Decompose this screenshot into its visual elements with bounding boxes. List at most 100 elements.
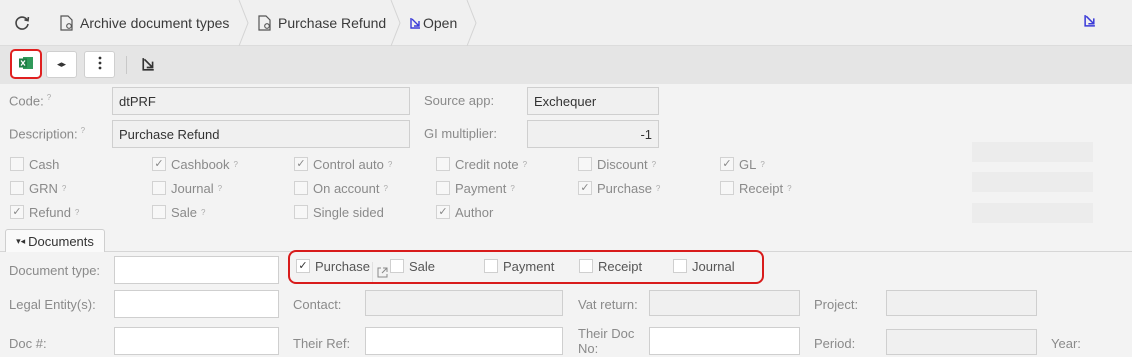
checkbox-box: [436, 181, 450, 195]
checkbox-label: Cash: [29, 156, 60, 172]
toolbar: ◂▸: [0, 46, 1132, 84]
checkbox-box: [10, 181, 24, 195]
placeholder-block: [972, 203, 1093, 223]
gl-checkbox[interactable]: ✓ GL?: [720, 156, 765, 172]
help-hint: ?: [387, 159, 393, 169]
breadcrumb-label: Open: [423, 15, 458, 31]
help-hint: ?: [201, 207, 206, 217]
sale-checkbox[interactable]: Sale?: [152, 204, 205, 220]
their-doc-no-label: Their Doc No:: [578, 326, 635, 356]
open-arrow-icon[interactable]: [142, 57, 155, 74]
breadcrumb-separator: [390, 0, 401, 46]
code-label-text: Code:: [9, 93, 44, 109]
help-hint: ?: [383, 183, 388, 193]
help-hint: ?: [74, 207, 80, 217]
excel-export-button[interactable]: [10, 49, 42, 79]
help-hint: ?: [655, 183, 661, 193]
checkbox-label: Control auto: [313, 156, 384, 172]
vat-return-label: Vat return:: [578, 297, 638, 312]
expand-collapse-icon: ◂▸: [56, 59, 67, 69]
highlight-box: [288, 250, 764, 284]
payment-checkbox[interactable]: Payment?: [436, 180, 515, 196]
checkbox-label: Refund: [29, 204, 71, 220]
project-field[interactable]: [886, 290, 1037, 316]
help-hint: ?: [80, 126, 86, 135]
gl-multiplier-field[interactable]: -1: [527, 120, 659, 148]
checkbox-label: Credit note: [455, 156, 519, 172]
checkbox-label: On account: [313, 180, 380, 196]
open-arrow-icon: [410, 17, 421, 29]
legal-entity-label: Legal Entity(s):: [9, 297, 96, 312]
single-sided-checkbox[interactable]: Single sided: [294, 204, 384, 220]
cash-checkbox[interactable]: Cash: [10, 156, 59, 172]
check-icon: ✓: [720, 157, 734, 171]
their-doc-no-field[interactable]: [649, 327, 800, 355]
collapse-icon: ▾◂: [16, 235, 26, 246]
journal-checkbox[interactable]: Journal?: [152, 180, 222, 196]
breadcrumb-label: Purchase Refund: [278, 15, 387, 31]
checkbox-label: Sale: [171, 204, 198, 220]
checkbox-label: Cashbook: [171, 156, 230, 172]
open-arrow-icon[interactable]: [1084, 14, 1096, 30]
breadcrumb-purchase-refund[interactable]: Purchase Refund: [258, 0, 386, 46]
their-ref-field[interactable]: [365, 327, 563, 355]
description-field[interactable]: Purchase Refund: [112, 120, 410, 148]
on-account-checkbox[interactable]: On account?: [294, 180, 388, 196]
help-hint: ?: [217, 183, 223, 193]
source-app-field[interactable]: Exchequer: [527, 87, 659, 115]
checkbox-box: [720, 181, 734, 195]
period-label: Period:: [814, 336, 856, 351]
check-icon: ✓: [436, 205, 450, 219]
refresh-icon[interactable]: [12, 13, 32, 33]
refund-checkbox[interactable]: ✓ Refund?: [10, 204, 79, 220]
control-auto-checkbox[interactable]: ✓ Control auto?: [294, 156, 392, 172]
checkbox-box: [578, 157, 592, 171]
code-label: Code:?: [9, 93, 51, 108]
breadcrumb-separator: [238, 0, 249, 46]
placeholder-block: [972, 172, 1093, 192]
checkbox-label: Journal: [171, 180, 214, 196]
checkbox-box: [294, 181, 308, 195]
doc-no-field[interactable]: [114, 327, 279, 355]
excel-export-icon: [18, 56, 34, 73]
help-hint: ?: [61, 183, 67, 193]
document-settings-icon: [258, 15, 272, 31]
checkbox-box: [294, 205, 308, 219]
tab-documents[interactable]: ▾◂ Documents: [5, 229, 105, 252]
legal-entity-field[interactable]: [114, 290, 388, 318]
breadcrumb-label: Archive document types: [80, 15, 230, 31]
checkbox-label: Discount: [597, 156, 648, 172]
cashbook-checkbox[interactable]: ✓ Cashbook?: [152, 156, 238, 172]
tab-label: Documents: [28, 233, 94, 249]
checkbox-label: Payment: [455, 180, 507, 196]
purchase-checkbox[interactable]: ✓ Purchase?: [578, 180, 660, 196]
discount-checkbox[interactable]: Discount?: [578, 156, 656, 172]
check-icon: ✓: [294, 157, 308, 171]
author-checkbox[interactable]: ✓ Author: [436, 204, 493, 220]
help-hint: ?: [651, 159, 657, 169]
expand-collapse-button[interactable]: ◂▸: [46, 51, 77, 78]
contact-field[interactable]: [365, 290, 563, 316]
receipt-checkbox[interactable]: Receipt?: [720, 180, 792, 196]
check-icon: ✓: [10, 205, 24, 219]
vat-return-field[interactable]: [649, 290, 800, 316]
document-type-field[interactable]: [114, 256, 388, 284]
gl-multiplier-label: GI multiplier:: [424, 126, 497, 141]
breadcrumb-open[interactable]: Open: [410, 0, 457, 46]
more-vertical-icon: [98, 56, 102, 73]
contact-label: Contact:: [293, 297, 342, 312]
period-field[interactable]: [886, 329, 1037, 355]
checkbox-box: [152, 205, 166, 219]
doc-no-label: Doc #:: [9, 336, 47, 351]
breadcrumb-archive-document-types[interactable]: Archive document types: [60, 0, 229, 46]
help-hint: ?: [522, 159, 528, 169]
help-hint: ?: [760, 159, 765, 169]
check-icon: ✓: [152, 157, 166, 171]
code-field[interactable]: dtPRF: [112, 87, 410, 115]
more-options-button[interactable]: [84, 51, 115, 78]
their-ref-label: Their Ref:: [293, 336, 351, 351]
grn-checkbox[interactable]: GRN?: [10, 180, 66, 196]
credit-note-checkbox[interactable]: Credit note?: [436, 156, 527, 172]
help-hint: ?: [46, 93, 52, 102]
description-label: Description:?: [9, 126, 85, 141]
